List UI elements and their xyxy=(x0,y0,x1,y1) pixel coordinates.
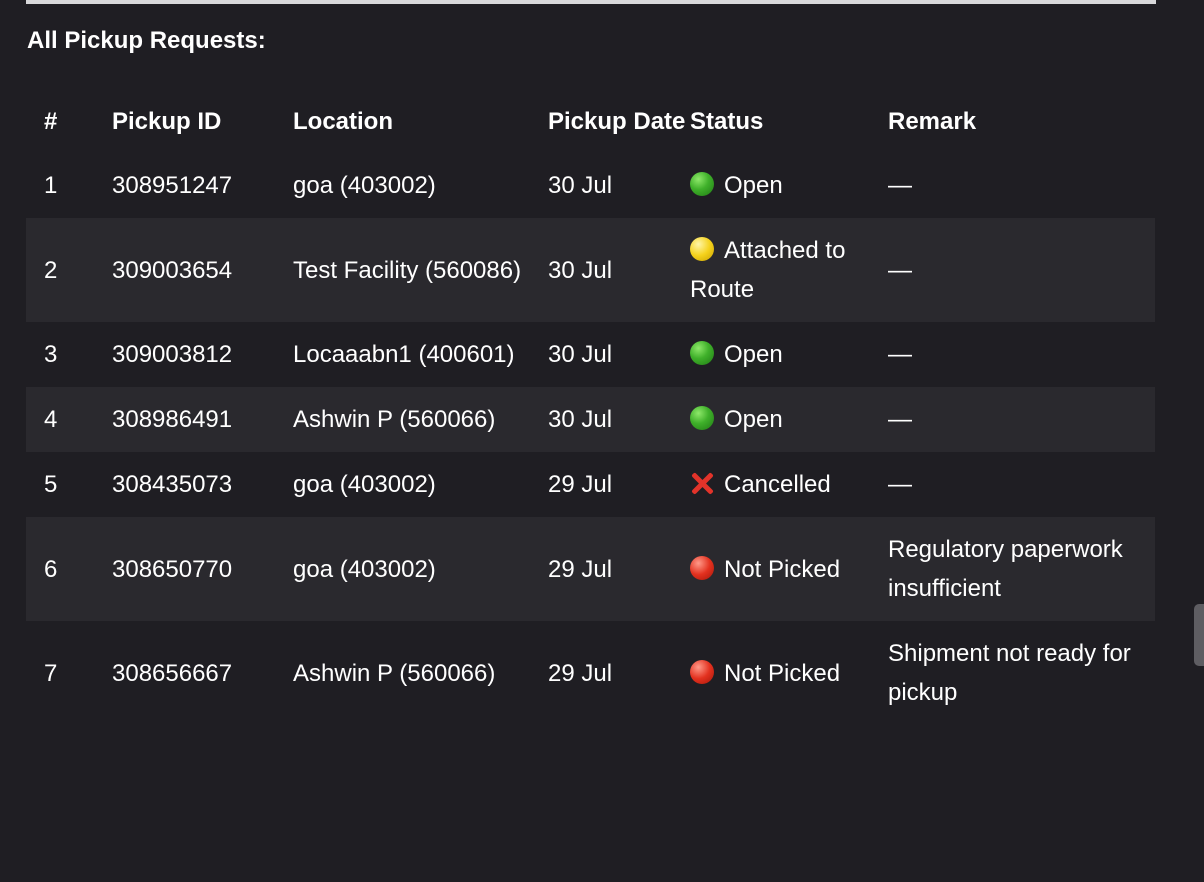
index-cell: 1 xyxy=(44,172,58,199)
scrollbar-thumb[interactable] xyxy=(1194,604,1204,666)
table-row: 3 309003812 Locaaabn1 (400601) 30 Jul Open — xyxy=(26,322,1155,387)
green-circle-icon xyxy=(690,172,714,196)
index-cell: 2 xyxy=(44,256,58,284)
index-cell: 3 xyxy=(44,341,58,368)
remark-cell: Regulatory paperwork insufficient xyxy=(888,536,1123,602)
green-circle-icon xyxy=(690,406,714,430)
green-circle-icon xyxy=(690,341,714,365)
table-row: 7 308656667 Ashwin P (560066) 29 Jul Not Pic… xyxy=(26,621,1155,725)
location-cell: goa (403002) xyxy=(293,555,436,583)
column-header-status: Status xyxy=(690,108,764,135)
top-divider xyxy=(26,0,1156,4)
location-cell: goa (403002) xyxy=(293,172,436,199)
pickup-id-cell: 308656667 xyxy=(112,659,233,687)
remark-cell: Shipment not ready for pickup xyxy=(888,640,1131,706)
status-cell: Open xyxy=(690,322,888,387)
index-cell: 5 xyxy=(44,471,58,498)
status-cell: Not Picked xyxy=(690,517,888,621)
pickup-id-cell: 309003812 xyxy=(112,341,233,368)
table-row: 6 308650770 goa (403002) 29 Jul Not Picked Re… xyxy=(26,517,1155,621)
table-row: 5 308435073 goa (403002) 29 Jul Cancelled — xyxy=(26,452,1155,517)
pickup-date-cell: 29 Jul xyxy=(548,555,613,583)
status-cell: Cancelled xyxy=(690,452,888,517)
location-cell: goa (403002) xyxy=(293,471,436,498)
remark-cell: — xyxy=(888,341,912,368)
table-row: 4 308986491 Ashwin P (560066) 30 Jul Open — xyxy=(26,387,1155,452)
status-label: Not Picked xyxy=(724,659,841,687)
pickup-date-cell: 30 Jul xyxy=(548,341,613,368)
column-header-index: # xyxy=(44,108,58,135)
index-cell: 4 xyxy=(44,406,58,433)
column-header-location: Location xyxy=(293,108,393,135)
pickup-date-cell: 30 Jul xyxy=(548,406,613,433)
pickup-id-cell: 308435073 xyxy=(112,471,233,498)
location-cell: Ashwin P (560066) xyxy=(293,659,496,687)
remark-cell: — xyxy=(888,406,912,433)
pickup-id-cell: 308951247 xyxy=(112,172,233,199)
remark-cell: — xyxy=(888,256,912,284)
index-cell: 7 xyxy=(44,659,58,687)
status-cell: Open xyxy=(690,153,888,218)
pickup-date-cell: 29 Jul xyxy=(548,659,613,687)
remark-cell: — xyxy=(888,172,912,199)
section-heading: All Pickup Requests: xyxy=(27,27,266,54)
pickup-id-cell: 308986491 xyxy=(112,406,233,433)
table-row: 2 309003654 Test Facility (560086) 30 Jul At… xyxy=(26,218,1155,322)
pickup-id-cell: 308650770 xyxy=(112,555,233,583)
status-label: Open xyxy=(724,341,783,368)
pickup-date-cell: 30 Jul xyxy=(548,172,613,199)
status-cell: Attached to Route xyxy=(690,218,888,322)
status-cell: Open xyxy=(690,387,888,452)
red-circle-icon xyxy=(690,555,714,580)
column-header-pickup-date: Pickup Date xyxy=(548,108,686,135)
location-cell: Locaaabn1 (400601) xyxy=(293,341,515,368)
table-row: 1 308951247 goa (403002) 30 Jul Open — xyxy=(26,153,1155,218)
pickup-requests-table: # Pickup ID Location Pickup Date Status … xyxy=(26,90,1155,725)
table-header-row: # Pickup ID Location Pickup Date Status … xyxy=(26,90,1155,153)
column-header-remark: Remark xyxy=(888,108,977,135)
cross-mark-icon xyxy=(690,471,714,495)
index-cell: 6 xyxy=(44,555,58,583)
column-header-pickup-id: Pickup ID xyxy=(112,108,222,135)
pickup-date-cell: 29 Jul xyxy=(548,471,613,498)
pickup-date-cell: 30 Jul xyxy=(548,256,613,284)
status-cell: Not Picked xyxy=(690,621,888,725)
status-label: Open xyxy=(724,172,783,199)
pickup-id-cell: 309003654 xyxy=(112,256,233,284)
remark-cell: — xyxy=(888,471,912,498)
location-cell: Ashwin P (560066) xyxy=(293,406,496,433)
red-circle-icon xyxy=(690,659,714,684)
yellow-circle-icon xyxy=(690,237,714,261)
status-label: Not Picked xyxy=(724,555,841,583)
status-label: Open xyxy=(724,406,783,433)
location-cell: Test Facility (560086) xyxy=(293,256,522,284)
status-label: Cancelled xyxy=(724,471,831,498)
